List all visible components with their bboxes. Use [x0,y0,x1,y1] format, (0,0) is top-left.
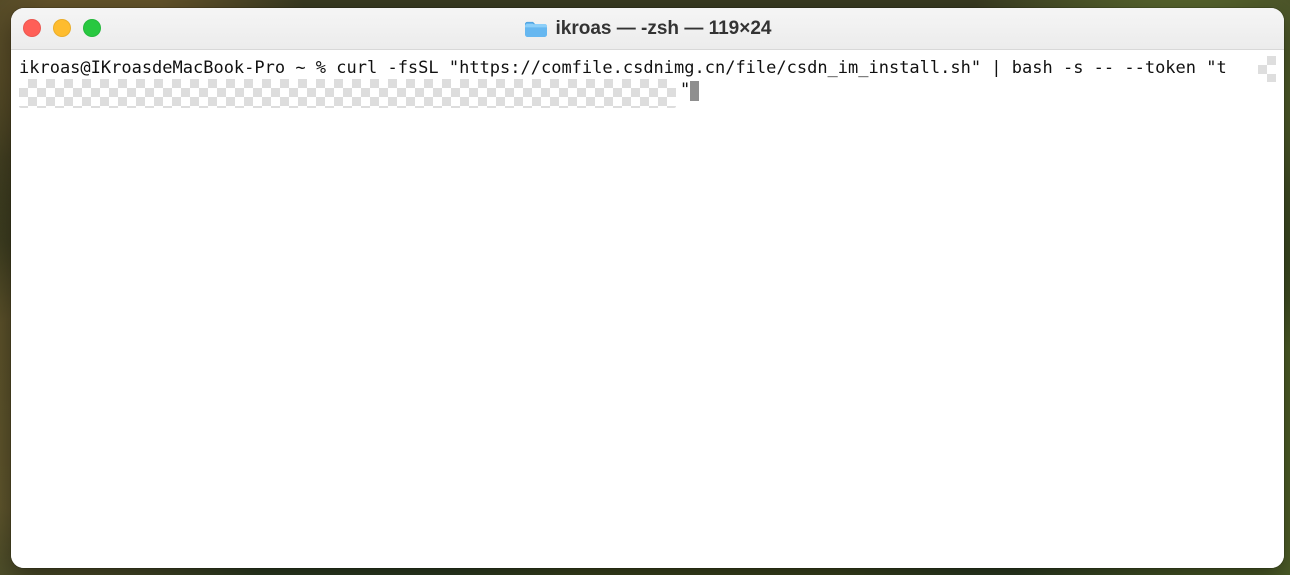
window-controls [23,19,101,37]
terminal-cursor [690,81,699,101]
terminal-window: ikroas — -zsh — 119×24 ikroas@IKroasdeMa… [11,8,1284,568]
window-titlebar: ikroas — -zsh — 119×24 [11,8,1284,50]
window-title-group: ikroas — -zsh — 119×24 [11,8,1284,49]
zoom-button[interactable] [83,19,101,37]
window-title: ikroas — -zsh — 119×24 [555,17,772,39]
command-line: ikroas@IKroasdeMacBook-Pro ~ % curl -fsS… [19,58,1227,78]
folder-icon [524,21,547,37]
redacted-token-overflow [1258,56,1276,82]
close-button[interactable] [23,19,41,37]
command-end-quote: " [680,80,691,100]
minimize-button[interactable] [53,19,71,37]
redacted-token [19,79,676,108]
terminal-body[interactable]: ikroas@IKroasdeMacBook-Pro ~ % curl -fsS… [11,50,1284,568]
